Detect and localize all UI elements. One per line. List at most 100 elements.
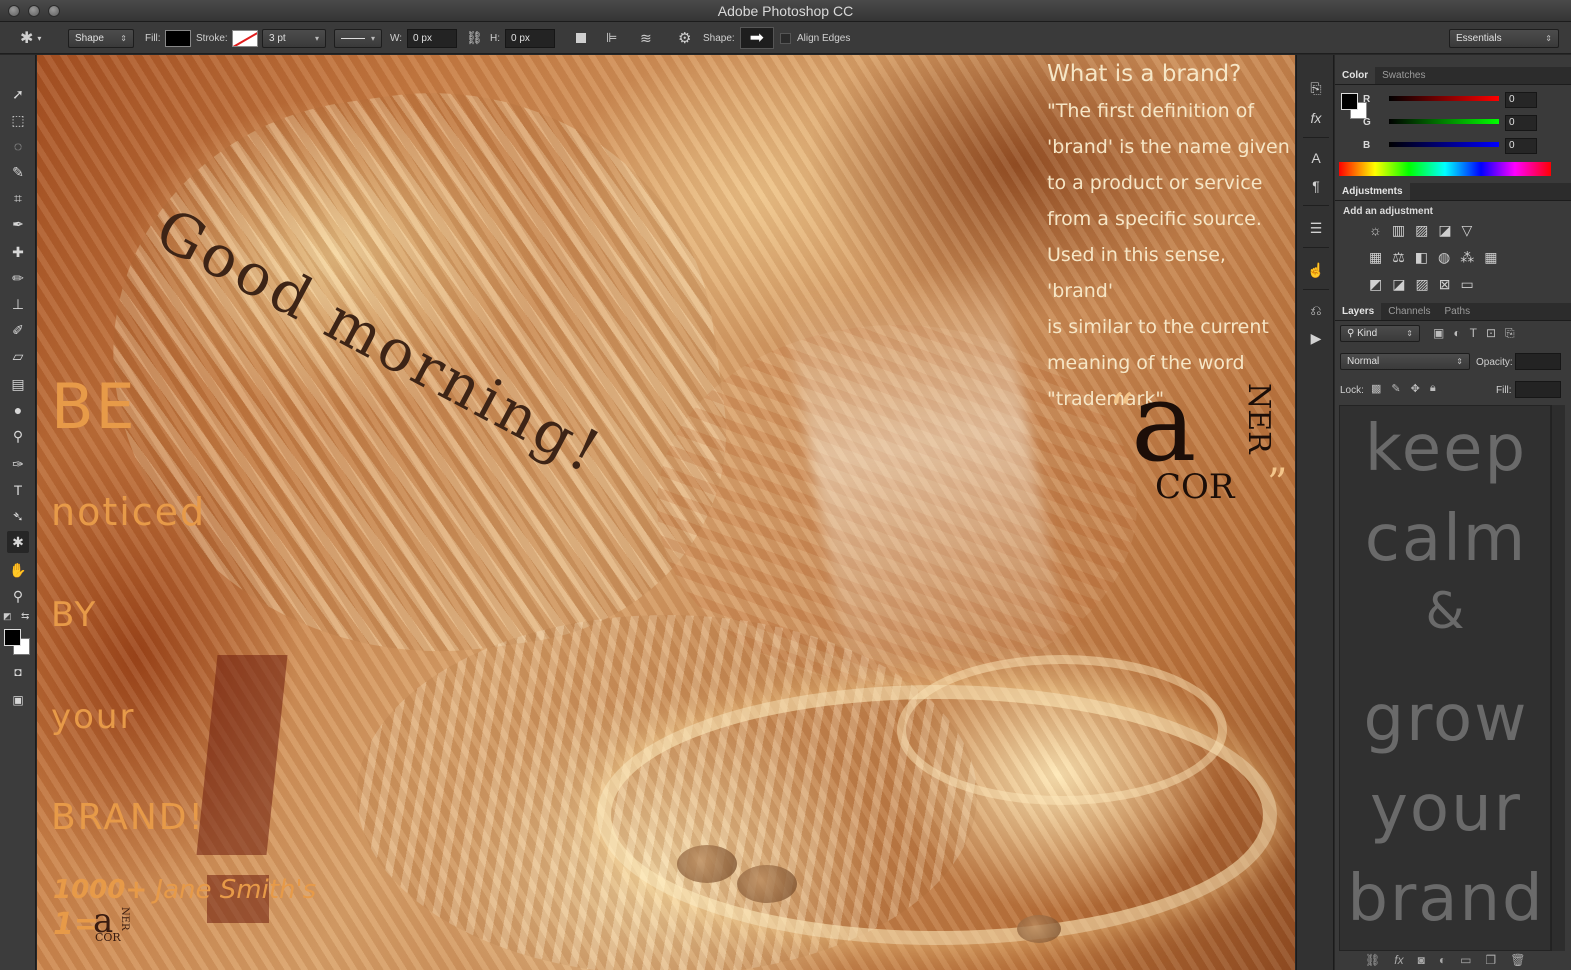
blend-mode-dropdown[interactable]: Normal ⇕	[1340, 353, 1470, 370]
path-operations-icon[interactable]	[576, 22, 586, 54]
blue-slider-row[interactable]: B 0	[1335, 138, 1571, 156]
selective-color-icon[interactable]: ⊠	[1439, 276, 1451, 293]
shape-filter-icon[interactable]: ⊡	[1486, 326, 1496, 341]
type-icon[interactable]: T	[7, 479, 29, 501]
posterize-icon[interactable]: ◪	[1392, 276, 1405, 293]
move-icon[interactable]: ➚	[7, 83, 29, 105]
blur-icon[interactable]: ●	[7, 399, 29, 421]
lock-position-icon[interactable]: ✥	[1411, 382, 1420, 395]
quick-select-icon[interactable]: ✎	[7, 161, 29, 183]
add-mask-icon[interactable]: ◙	[1418, 953, 1425, 967]
link-icon[interactable]: ⛓	[466, 30, 483, 46]
default-colors-icon[interactable]: ◩	[3, 611, 12, 622]
type-filter-icon[interactable]: T	[1470, 326, 1477, 341]
lock-transparency-icon[interactable]: ▩	[1371, 382, 1381, 395]
clone-source-icon[interactable]: ⎌	[1304, 299, 1328, 321]
exposure-icon[interactable]: ◪	[1438, 222, 1451, 239]
tab-layers[interactable]: Layers	[1335, 303, 1382, 320]
swap-colors-icon[interactable]: ⇆	[21, 611, 29, 622]
hand-icon[interactable]: ✋	[7, 559, 29, 581]
stamp-icon[interactable]: ⊥	[7, 293, 29, 315]
tool-preset-picker[interactable]: ✱ ▾	[20, 22, 41, 54]
tool-presets-icon[interactable]: ☝	[1304, 259, 1328, 281]
color-lookup-icon[interactable]: ▦	[1484, 249, 1497, 266]
workspace-dropdown[interactable]: Essentials ⇕	[1449, 28, 1559, 48]
eyedropper-icon[interactable]: ✒	[7, 213, 29, 235]
new-adjustment-layer-icon[interactable]: ◐	[1439, 953, 1446, 967]
tab-paths[interactable]: Paths	[1438, 303, 1478, 320]
hue-saturation-icon[interactable]: ▦	[1369, 249, 1382, 266]
color-balance-icon[interactable]: ⚖	[1392, 249, 1405, 266]
stroke-swatch[interactable]	[231, 29, 258, 47]
marquee-icon[interactable]: ⬚	[7, 109, 29, 131]
styles-panel-icon[interactable]: fx	[1304, 107, 1328, 129]
stroke-type-dropdown[interactable]: ▾	[334, 28, 382, 48]
layers-scrollbar[interactable]	[1551, 405, 1565, 951]
shape-picker[interactable]: ➡	[739, 27, 774, 49]
opacity-field[interactable]	[1515, 353, 1561, 370]
zoom-icon[interactable]: ⚲	[7, 585, 29, 607]
path-alignment-icon[interactable]: ⊫	[606, 22, 617, 54]
align-edges-checkbox[interactable]	[780, 32, 791, 44]
levels-icon[interactable]: ▥	[1392, 222, 1405, 239]
gear-icon[interactable]: ⚙	[678, 22, 691, 54]
gradient-map-icon[interactable]: ▭	[1460, 276, 1473, 293]
history-brush-icon[interactable]: ✐	[7, 319, 29, 341]
gradient-icon[interactable]: ▤	[7, 373, 29, 395]
width-field[interactable]: 0 px	[407, 28, 458, 48]
shape-mode-dropdown[interactable]: Shape ⇕	[68, 28, 134, 48]
custom-shape-icon[interactable]: ✱	[7, 531, 29, 553]
actions-play-icon[interactable]: ▶	[1304, 327, 1328, 349]
layer-fill-field[interactable]	[1515, 381, 1561, 398]
dodge-icon[interactable]: ⚲	[7, 425, 29, 447]
tab-color[interactable]: Color	[1335, 67, 1376, 84]
red-slider-row[interactable]: R 0	[1335, 92, 1571, 110]
link-layers-icon[interactable]: ⛓	[1365, 953, 1380, 967]
layer-filter-kind[interactable]: ⚲ Kind ⇕	[1340, 325, 1420, 342]
quick-mask-icon[interactable]: ◘	[7, 661, 29, 683]
screen-mode-icon[interactable]: ▣	[7, 689, 29, 711]
stroke-width-field[interactable]: 3 pt ▾	[262, 28, 326, 48]
path-select-icon[interactable]: ➴	[7, 505, 29, 527]
pen-icon[interactable]: ✑	[7, 453, 29, 475]
layers-list[interactable]: keep calm & grow your brand	[1339, 405, 1551, 951]
color-spectrum-bar[interactable]	[1339, 162, 1551, 176]
black-white-icon[interactable]: ◧	[1415, 249, 1428, 266]
paragraph-panel-icon[interactable]: ¶	[1304, 175, 1328, 197]
new-group-icon[interactable]: ▭	[1460, 953, 1471, 967]
channel-mixer-icon[interactable]: ⁂	[1460, 249, 1474, 266]
smart-object-filter-icon[interactable]: ⎘	[1505, 326, 1515, 341]
fill-swatch[interactable]	[164, 29, 191, 47]
height-field[interactable]: 0 px	[505, 28, 555, 48]
eraser-icon[interactable]: ▱	[7, 345, 29, 367]
brightness-icon[interactable]: ☼	[1369, 222, 1382, 239]
foreground-color-swatch[interactable]	[4, 629, 21, 646]
trash-icon[interactable]: 🗑︎	[1510, 953, 1525, 967]
color-fg-swatch[interactable]	[1341, 93, 1358, 110]
lock-all-icon[interactable]: 🔒︎	[1430, 382, 1436, 395]
vibrance-icon[interactable]: ▽	[1462, 222, 1473, 239]
threshold-icon[interactable]: ▨	[1415, 276, 1428, 293]
lock-pixels-icon[interactable]: ✎	[1391, 382, 1400, 395]
crop-icon[interactable]: ⌗	[7, 187, 29, 209]
tab-channels[interactable]: Channels	[1381, 303, 1437, 320]
brush-icon[interactable]: ✏	[7, 267, 29, 289]
green-slider-row[interactable]: G 0	[1335, 115, 1571, 133]
image-filter-icon[interactable]: ▣	[1433, 326, 1444, 341]
new-layer-icon[interactable]: ❐	[1485, 953, 1496, 967]
photo-filter-icon[interactable]: ◍	[1438, 249, 1450, 266]
tab-swatches[interactable]: Swatches	[1375, 67, 1432, 84]
character-panel-icon[interactable]: A	[1304, 147, 1328, 169]
path-arrangement-icon[interactable]: ≋	[640, 22, 652, 54]
adjustment-filter-icon[interactable]: ◐	[1453, 326, 1460, 341]
invert-icon[interactable]: ◩	[1369, 276, 1382, 293]
properties-panel-icon[interactable]: ☰	[1304, 217, 1328, 239]
curves-icon[interactable]: ▨	[1415, 222, 1428, 239]
layer-style-icon[interactable]: fx	[1394, 953, 1403, 967]
quote-line: to a product or service	[1047, 172, 1263, 194]
history-panel-icon[interactable]: ⎘	[1304, 77, 1328, 99]
tab-adjustments[interactable]: Adjustments	[1335, 183, 1410, 200]
document-canvas[interactable]: Good morning! BE noticed BY your BRAND! …	[37, 55, 1295, 970]
lasso-icon[interactable]: ◌	[7, 135, 29, 157]
healing-icon[interactable]: ✚	[7, 241, 29, 263]
